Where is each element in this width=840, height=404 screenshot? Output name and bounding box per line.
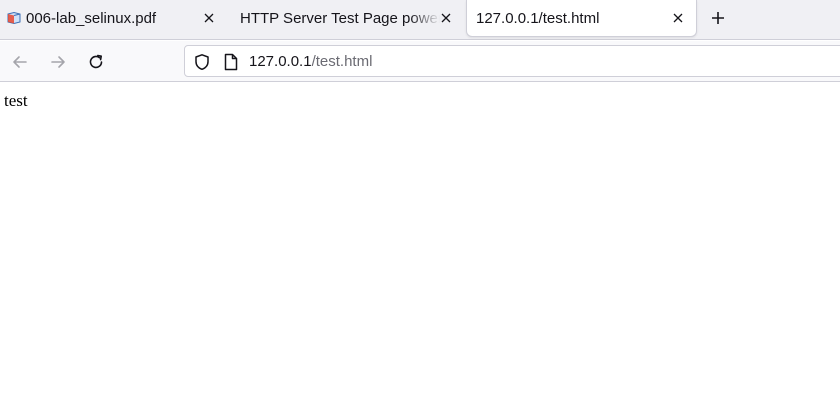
tab-title: HTTP Server Test Page powered by <box>240 9 440 27</box>
pdf-icon <box>6 10 22 26</box>
tab-strip: 006-lab_selinux.pdf HTTP Server Test Pag… <box>0 0 840 40</box>
arrow-left-icon <box>11 53 29 71</box>
page-icon[interactable] <box>223 53 239 71</box>
address-bar[interactable]: 127.0.0.1/test.html <box>184 45 840 77</box>
forward-button[interactable] <box>46 50 70 74</box>
navigation-bar: 127.0.0.1/test.html <box>0 41 840 82</box>
reload-icon <box>87 53 105 71</box>
close-tab-icon[interactable] <box>201 10 217 26</box>
close-tab-icon[interactable] <box>438 10 454 26</box>
plus-icon <box>711 11 725 25</box>
shield-icon[interactable] <box>193 53 211 71</box>
close-tab-icon[interactable] <box>670 10 686 26</box>
page-body-text: test <box>4 91 28 110</box>
new-tab-button[interactable] <box>706 6 730 30</box>
tab-title: 127.0.0.1/test.html <box>476 9 600 27</box>
arrow-right-icon <box>49 53 67 71</box>
tab-pdf[interactable]: 006-lab_selinux.pdf <box>0 0 228 36</box>
url-text[interactable]: 127.0.0.1/test.html <box>249 53 372 70</box>
page-content: test <box>0 83 840 404</box>
url-host: 127.0.0.1 <box>249 53 312 70</box>
back-button[interactable] <box>8 50 32 74</box>
url-path: /test.html <box>311 53 373 70</box>
reload-button[interactable] <box>84 50 108 74</box>
tab-test-html[interactable]: 127.0.0.1/test.html <box>466 0 697 37</box>
tab-title: 006-lab_selinux.pdf <box>26 9 157 27</box>
tab-http-server[interactable]: HTTP Server Test Page powered by <box>232 0 464 36</box>
